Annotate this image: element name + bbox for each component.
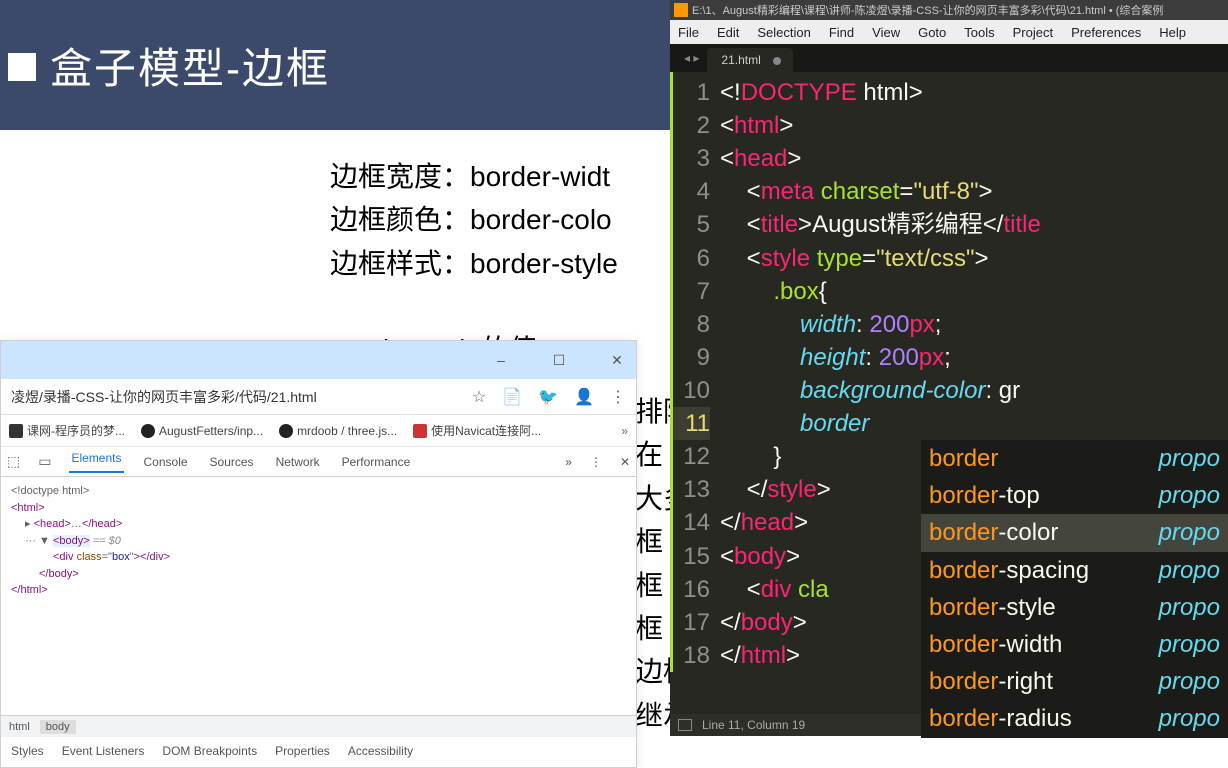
sublime-titlebar: E:\1、August精彩编程\课程\讲师-陈凌煜\录播-CSS-让你的网页丰富… [670, 0, 1228, 20]
autocomplete-item[interactable]: border-spacingpropo [921, 552, 1228, 589]
menu-tools[interactable]: Tools [964, 25, 994, 40]
dom-head[interactable]: ▸ <head>…</head> [11, 516, 626, 533]
bookmark-item[interactable]: AugustFetters/inp... [141, 424, 263, 438]
menu-help[interactable]: Help [1159, 25, 1186, 40]
navicat-icon [413, 424, 427, 438]
devtools-menu-icon[interactable]: ⋮ [590, 455, 602, 469]
pdf-icon[interactable]: 📄 [502, 387, 522, 407]
file-tab[interactable]: 21.html [707, 48, 792, 72]
menu-find[interactable]: Find [829, 25, 854, 40]
profile-icon[interactable]: 👤 [574, 387, 594, 407]
autocomplete-item[interactable]: border-toppropo [921, 477, 1228, 514]
tabs-more-icon[interactable]: » [565, 455, 572, 469]
sidetab-styles[interactable]: Styles [11, 744, 44, 758]
slide-bullet-icon [8, 53, 36, 81]
devtools-tabbar: ⬚ ▭ Elements Console Sources Network Per… [1, 447, 636, 477]
sublime-menubar: File Edit Selection Find View Goto Tools… [670, 20, 1228, 44]
github-icon [141, 424, 155, 438]
devtools-close-icon[interactable]: ✕ [620, 455, 630, 469]
sublime-tabbar: ◂ ▸ 21.html [670, 44, 1228, 72]
autocomplete-item[interactable]: borderpropo [921, 440, 1228, 477]
devtools-sidetabs: Styles Event Listeners DOM Breakpoints P… [1, 739, 636, 763]
tab-label: 21.html [721, 53, 760, 67]
slide-line: 边框颜色：border-colo [330, 198, 618, 241]
autocomplete-item[interactable]: border-colorpropo [921, 514, 1228, 551]
bookmarks-overflow-icon[interactable]: » [621, 424, 628, 438]
inspect-icon[interactable]: ⬚ [7, 453, 20, 470]
dom-body-close: </body> [11, 566, 626, 583]
autocomplete-item[interactable]: border-stylepropo [921, 589, 1228, 626]
status-position: Line 11, Column 19 [702, 718, 805, 732]
tab-console[interactable]: Console [142, 455, 190, 469]
bookmark-item[interactable]: 使用Navicat连接阿... [413, 422, 541, 439]
slide-line: 边框样式：border-style [330, 242, 618, 285]
dom-div[interactable]: <div class="box"></div> [11, 549, 626, 566]
unsaved-dot-icon [773, 57, 781, 65]
autocomplete-popup[interactable]: borderpropoborder-toppropoborder-colorpr… [921, 440, 1228, 738]
url-text: 凌煜/录播-CSS-让你的网页丰富多彩/代码/21.html [11, 387, 472, 407]
bookmark-item[interactable]: mrdoob / three.js... [279, 424, 397, 438]
nav-arrows[interactable]: ◂ ▸ [676, 51, 707, 65]
dom-html-open: <html> [11, 500, 626, 517]
github-icon [279, 424, 293, 438]
menu-edit[interactable]: Edit [717, 25, 739, 40]
chrome-window: – ☐ ✕ 凌煜/录播-CSS-让你的网页丰富多彩/代码/21.html ☆ 📄… [0, 340, 637, 768]
crumb-html[interactable]: html [9, 721, 30, 733]
menu-goto[interactable]: Goto [918, 25, 946, 40]
status-panel-icon[interactable] [678, 719, 692, 731]
autocomplete-item[interactable]: border-rightpropo [921, 663, 1228, 700]
menu-icon[interactable]: ⋮ [610, 387, 626, 407]
bookmarks-bar: 课网-程序员的梦... AugustFetters/inp... mrdoob … [1, 415, 636, 447]
menu-selection[interactable]: Selection [757, 25, 810, 40]
dom-body-open[interactable]: ⋯ ▼ <body> == $0 [11, 533, 626, 550]
sidetab-accessibility[interactable]: Accessibility [348, 744, 413, 758]
maximize-button[interactable]: ☐ [544, 345, 574, 375]
crumb-body[interactable]: body [40, 720, 76, 734]
autocomplete-item[interactable]: border-widthpropo [921, 626, 1228, 663]
menu-file[interactable]: File [678, 25, 699, 40]
breadcrumb: html body [1, 715, 636, 737]
bookmark-icon [9, 424, 23, 438]
tab-performance[interactable]: Performance [340, 455, 413, 469]
menu-view[interactable]: View [872, 25, 900, 40]
device-icon[interactable]: ▭ [38, 453, 51, 470]
chrome-address-bar[interactable]: 凌煜/录播-CSS-让你的网页丰富多彩/代码/21.html ☆ 📄 🐦 👤 ⋮ [1, 379, 636, 415]
menu-project[interactable]: Project [1013, 25, 1053, 40]
close-button[interactable]: ✕ [602, 345, 632, 375]
gutter: 123456789101112131415161718 [670, 72, 720, 672]
bird-icon[interactable]: 🐦 [538, 387, 558, 407]
star-icon[interactable]: ☆ [472, 387, 486, 407]
address-icons: ☆ 📄 🐦 👤 ⋮ [472, 387, 626, 407]
sidetab-eventlisteners[interactable]: Event Listeners [62, 744, 145, 758]
sublime-title-path: E:\1、August精彩编程\课程\讲师-陈凌煜\录播-CSS-让你的网页丰富… [692, 2, 1163, 18]
slide-content: 边框宽度：border-widt 边框颜色：border-colo 边框样式：b… [330, 155, 618, 285]
dom-doctype: <!doctype html> [11, 483, 626, 500]
dom-html-close: </html> [11, 582, 626, 599]
tab-sources[interactable]: Sources [208, 455, 256, 469]
sublime-app-icon [674, 3, 688, 17]
dom-tree[interactable]: <!doctype html> <html> ▸ <head>…</head> … [1, 477, 636, 605]
minimize-button[interactable]: – [486, 345, 516, 375]
slide-header: 盒子模型-边框 [0, 0, 670, 130]
tab-elements[interactable]: Elements [69, 451, 123, 473]
sidetab-properties[interactable]: Properties [275, 744, 330, 758]
sidetab-dombreakpoints[interactable]: DOM Breakpoints [162, 744, 257, 758]
tab-network[interactable]: Network [274, 455, 322, 469]
bookmark-item[interactable]: 课网-程序员的梦... [9, 422, 125, 439]
slide-title: 盒子模型-边框 [50, 35, 330, 96]
autocomplete-item[interactable]: border-radiuspropo [921, 700, 1228, 737]
chrome-titlebar: – ☐ ✕ [1, 341, 636, 379]
slide-line: 边框宽度：border-widt [330, 155, 618, 198]
menu-preferences[interactable]: Preferences [1071, 25, 1141, 40]
